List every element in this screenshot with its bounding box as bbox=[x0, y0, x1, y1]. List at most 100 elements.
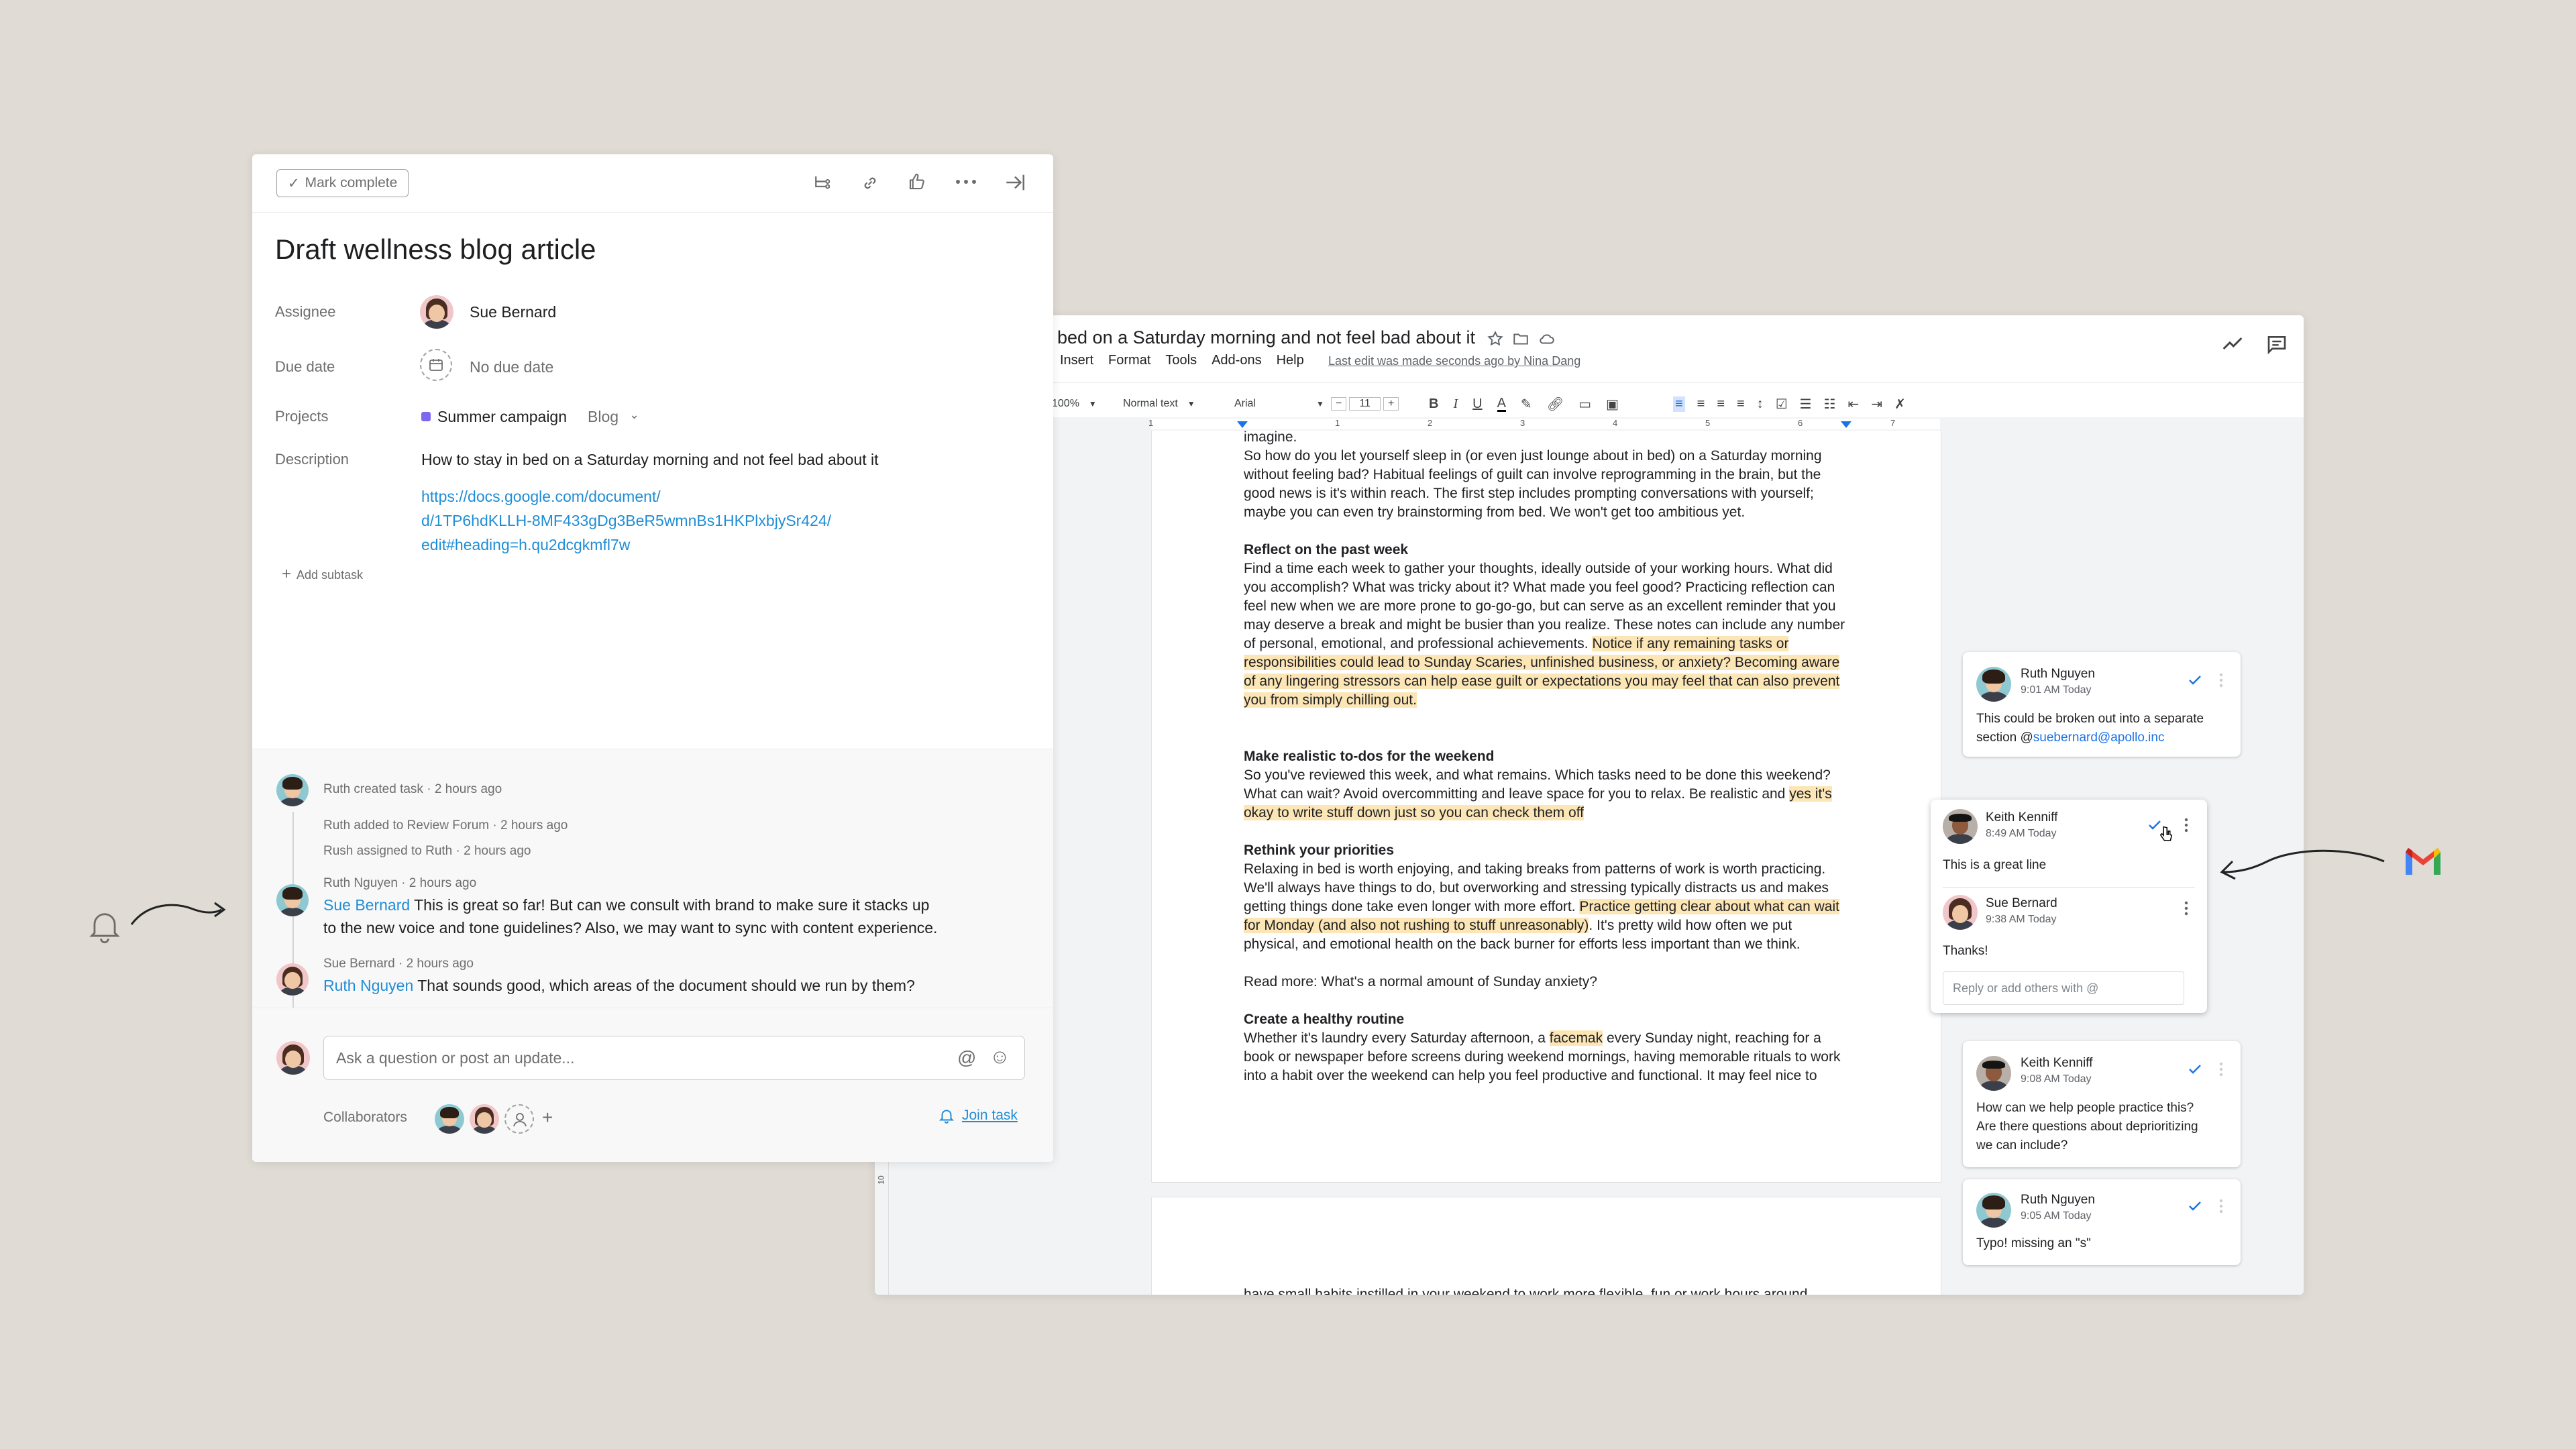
doc-title[interactable]: bed on a Saturday morning and not feel b… bbox=[1057, 327, 1475, 348]
numbered-list-icon[interactable]: ☷ bbox=[1824, 396, 1836, 413]
more-options-icon[interactable] bbox=[2184, 900, 2188, 916]
comment-input[interactable]: Ask a question or post an update... @ ☺ bbox=[323, 1036, 1025, 1080]
subtasks-icon[interactable] bbox=[812, 173, 832, 193]
mention-link[interactable]: Ruth Nguyen bbox=[323, 977, 413, 994]
last-edit-link[interactable]: Last edit was made seconds ago by Nina D… bbox=[1328, 354, 1580, 368]
emoji-icon[interactable]: ☺ bbox=[989, 1046, 1010, 1069]
menu-tools[interactable]: Tools bbox=[1165, 353, 1197, 368]
reply-input[interactable]: Reply or add others with @ bbox=[1943, 971, 2184, 1005]
decrease-indent-icon[interactable]: ⇤ bbox=[1848, 396, 1860, 413]
description-link[interactable]: https://docs.google.com/document/ d/1TP6… bbox=[421, 484, 831, 557]
menu-format[interactable]: Format bbox=[1108, 353, 1150, 368]
due-date-value[interactable]: No due date bbox=[470, 358, 553, 376]
activity-trend-icon[interactable] bbox=[2222, 335, 2243, 352]
highlight-icon[interactable]: ✎ bbox=[1521, 396, 1532, 413]
task-title[interactable]: Draft wellness blog article bbox=[275, 233, 596, 266]
bold-icon[interactable]: B bbox=[1429, 396, 1438, 412]
resolve-check-icon[interactable] bbox=[2187, 1198, 2203, 1214]
style-select[interactable]: Normal text ▼ bbox=[1123, 390, 1195, 417]
mark-complete-button[interactable]: ✓ Mark complete bbox=[276, 169, 409, 197]
add-comment-icon[interactable]: ▭ bbox=[1578, 396, 1591, 413]
decrease-font-icon[interactable]: − bbox=[1331, 397, 1347, 411]
mention-link[interactable]: suebernard@apollo.inc bbox=[2033, 731, 2165, 745]
move-folder-icon[interactable] bbox=[1512, 330, 1529, 347]
commented-highlight[interactable]: facemak bbox=[1549, 1030, 1603, 1046]
menu-insert[interactable]: Insert bbox=[1060, 353, 1093, 368]
avatar bbox=[1943, 809, 1978, 844]
font-size-input[interactable]: 11 bbox=[1349, 397, 1381, 411]
more-options-icon[interactable] bbox=[2219, 1061, 2223, 1077]
justify-icon[interactable]: ≡ bbox=[1737, 396, 1745, 412]
menu-help[interactable]: Help bbox=[1277, 353, 1304, 368]
format-buttons: B I U A ✎ 🔗︎ ▭ ▣ bbox=[1429, 390, 1619, 417]
more-options-icon[interactable] bbox=[2219, 1198, 2223, 1214]
insert-image-icon[interactable]: ▣ bbox=[1606, 396, 1619, 413]
comment-card[interactable]: Ruth Nguyen 9:05 AM Today Typo! missing … bbox=[1963, 1179, 2241, 1265]
chevron-down-icon: ▼ bbox=[1088, 399, 1097, 409]
add-collaborator-plus[interactable]: + bbox=[542, 1107, 553, 1128]
description-text[interactable]: How to stay in bed on a Saturday morning… bbox=[421, 451, 879, 469]
align-left-icon[interactable]: ≡ bbox=[1673, 396, 1685, 412]
chevron-down-icon[interactable]: ⌄ bbox=[629, 408, 639, 422]
gmail-logo-icon bbox=[2406, 848, 2440, 875]
mention-icon[interactable]: @ bbox=[957, 1047, 976, 1069]
add-collaborator-icon[interactable] bbox=[504, 1104, 534, 1134]
comment-history-icon[interactable] bbox=[2266, 334, 2288, 354]
mouse-pointer-icon bbox=[2159, 826, 2173, 841]
right-indent-marker[interactable] bbox=[1841, 421, 1851, 428]
line-spacing-icon[interactable]: ↕ bbox=[1757, 396, 1764, 412]
zoom-select[interactable]: 100% ▼ bbox=[1052, 390, 1097, 417]
resolve-check-icon[interactable] bbox=[2187, 1061, 2203, 1077]
doc-menu-bar: Insert Format Tools Add-ons Help bbox=[1060, 353, 1319, 368]
clear-format-icon[interactable]: ✗ bbox=[1894, 396, 1906, 413]
avatar[interactable] bbox=[470, 1104, 499, 1134]
star-icon[interactable] bbox=[1487, 330, 1504, 347]
avatar bbox=[1976, 667, 2011, 702]
avatar bbox=[276, 884, 309, 916]
align-right-icon[interactable]: ≡ bbox=[1717, 396, 1725, 412]
more-options-icon[interactable] bbox=[2219, 672, 2223, 688]
copy-link-icon[interactable] bbox=[860, 173, 880, 193]
left-indent-marker[interactable] bbox=[1237, 421, 1248, 428]
underline-icon[interactable]: U bbox=[1472, 396, 1482, 412]
join-task-button[interactable]: Join task bbox=[938, 1107, 1018, 1124]
google-docs-window: bed on a Saturday morning and not feel b… bbox=[875, 315, 2304, 1295]
align-buttons: ≡ ≡ ≡ ≡ ↕ ☑ ☰ ☷ ⇤ ⇥ ✗ bbox=[1673, 390, 1906, 417]
document-page-2[interactable] bbox=[1151, 1197, 1941, 1295]
close-panel-icon[interactable] bbox=[1004, 172, 1026, 193]
story-comment: Sue Bernard This is great so far! But ca… bbox=[323, 896, 938, 936]
increase-indent-icon[interactable]: ⇥ bbox=[1871, 396, 1882, 413]
avatar bbox=[1943, 895, 1978, 930]
resolve-check-icon[interactable] bbox=[2187, 672, 2203, 688]
bell-icon bbox=[938, 1110, 955, 1124]
mention-link[interactable]: Sue Bernard bbox=[323, 896, 410, 914]
project-color-dot bbox=[421, 412, 431, 421]
document-body[interactable]: imagine. So how do you let yourself slee… bbox=[1244, 428, 1847, 1085]
increase-font-icon[interactable]: + bbox=[1383, 397, 1399, 411]
comment-card[interactable]: Keith Kenniff 9:08 AM Today How can we h… bbox=[1963, 1041, 2241, 1167]
plus-icon: + bbox=[282, 565, 292, 583]
project-section[interactable]: Blog bbox=[588, 408, 619, 426]
arrow-icon bbox=[130, 902, 226, 925]
text-color-icon[interactable]: A bbox=[1497, 396, 1506, 412]
more-options-icon[interactable] bbox=[2184, 817, 2188, 833]
avatar[interactable] bbox=[435, 1104, 464, 1134]
calendar-icon[interactable] bbox=[420, 349, 452, 381]
add-subtask-button[interactable]: + Add subtask bbox=[282, 565, 363, 584]
link-icon[interactable]: 🔗︎ bbox=[1547, 396, 1564, 413]
check-icon: ✓ bbox=[288, 175, 300, 191]
checklist-icon[interactable]: ☑ bbox=[1776, 396, 1788, 413]
more-actions-icon[interactable] bbox=[955, 178, 977, 185]
like-icon[interactable] bbox=[907, 172, 927, 192]
comment-card[interactable]: Ruth Nguyen 9:01 AM Today This could be … bbox=[1963, 652, 2241, 757]
bullet-list-icon[interactable]: ☰ bbox=[1800, 396, 1812, 413]
align-center-icon[interactable]: ≡ bbox=[1697, 396, 1705, 412]
active-comment-thread[interactable]: Keith Kenniff 8:49 AM Today This is a gr… bbox=[1931, 800, 2207, 1013]
menu-add-ons[interactable]: Add-ons bbox=[1212, 353, 1262, 368]
italic-icon[interactable]: I bbox=[1453, 396, 1458, 412]
cloud-status-icon[interactable] bbox=[1538, 330, 1556, 347]
project-name[interactable]: Summer campaign bbox=[437, 408, 567, 426]
composer-area bbox=[252, 1008, 1053, 1162]
font-select[interactable]: Arial ▼ bbox=[1234, 390, 1324, 417]
assignee-name[interactable]: Sue Bernard bbox=[470, 303, 556, 321]
